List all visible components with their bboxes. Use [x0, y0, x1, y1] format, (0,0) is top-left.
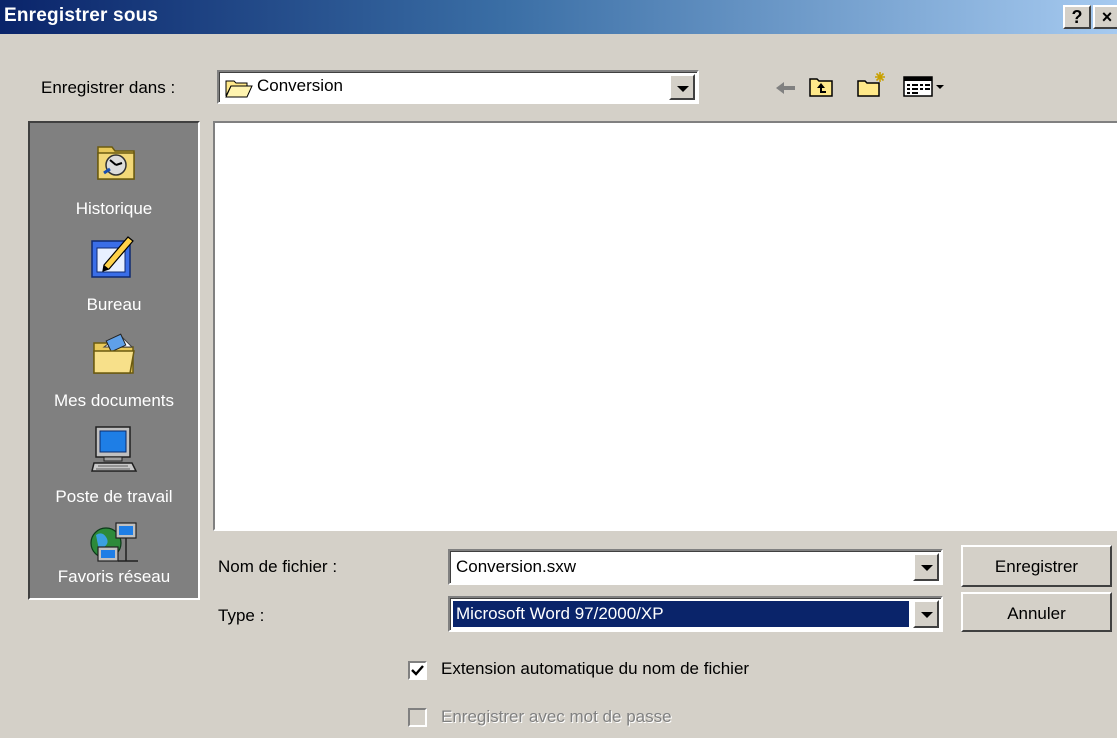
title-bar[interactable]: Enregistrer sous ? ×	[0, 0, 1117, 34]
file-type-label: Type :	[218, 606, 265, 625]
help-button[interactable]: ?	[1063, 5, 1091, 29]
new-folder-icon[interactable]	[856, 70, 888, 103]
place-label-network-places: Favoris réseau	[57, 567, 171, 586]
place-my-documents[interactable]: Mes documents	[30, 329, 198, 425]
cancel-button[interactable]: Annuler	[961, 592, 1112, 632]
save-in-value: Conversion	[257, 76, 343, 95]
cancel-button-label: Annuler	[1007, 604, 1066, 623]
file-type-dropdown-button[interactable]	[913, 600, 939, 628]
password-label: Enregistrer avec mot de passe	[441, 707, 672, 726]
file-list[interactable]	[213, 121, 1117, 531]
places-bar: Historique Bureau Mes documents Poste de…	[28, 121, 200, 600]
history-icon	[92, 137, 140, 190]
save-in-label: Enregistrer dans :	[41, 78, 176, 97]
place-history[interactable]: Historique	[30, 137, 198, 233]
place-my-computer[interactable]: Poste de travail	[30, 425, 198, 521]
file-name-label: Nom de fichier :	[218, 557, 338, 576]
password-checkbox[interactable]	[408, 708, 427, 727]
save-button[interactable]: Enregistrer	[961, 545, 1112, 587]
place-network-places[interactable]: Favoris réseau	[30, 521, 198, 601]
up-one-level-icon[interactable]	[808, 74, 834, 103]
file-name-combobox[interactable]: Conversion.sxw	[448, 549, 943, 585]
place-label-my-computer: Poste de travail	[55, 487, 173, 506]
file-type-combobox[interactable]: Microsoft Word 97/2000/XP	[448, 596, 943, 632]
place-label-my-documents: Mes documents	[54, 391, 174, 410]
file-name-dropdown-button[interactable]	[913, 553, 939, 581]
my-documents-icon	[90, 331, 140, 384]
auto-extension-label[interactable]: Extension automatique du nom de fichier	[441, 659, 749, 679]
view-menu-icon[interactable]	[903, 74, 953, 103]
save-in-dropdown-button[interactable]	[669, 74, 695, 100]
file-name-input[interactable]: Conversion.sxw	[456, 557, 576, 577]
window-title: Enregistrer sous	[4, 5, 159, 26]
back-arrow-icon[interactable]	[775, 80, 797, 101]
close-button[interactable]: ×	[1093, 5, 1117, 29]
save-in-combobox[interactable]: Conversion	[217, 70, 699, 104]
folder-open-icon	[225, 78, 253, 103]
checkmark-icon	[411, 665, 424, 676]
place-label-history: Historique	[75, 199, 153, 218]
my-computer-icon	[90, 425, 140, 482]
place-desktop[interactable]: Bureau	[30, 233, 198, 329]
file-type-value: Microsoft Word 97/2000/XP	[456, 604, 664, 623]
desktop-icon	[88, 233, 138, 286]
save-button-label: Enregistrer	[994, 557, 1079, 576]
place-label-desktop: Bureau	[86, 295, 142, 314]
auto-extension-checkbox[interactable]	[408, 661, 427, 680]
